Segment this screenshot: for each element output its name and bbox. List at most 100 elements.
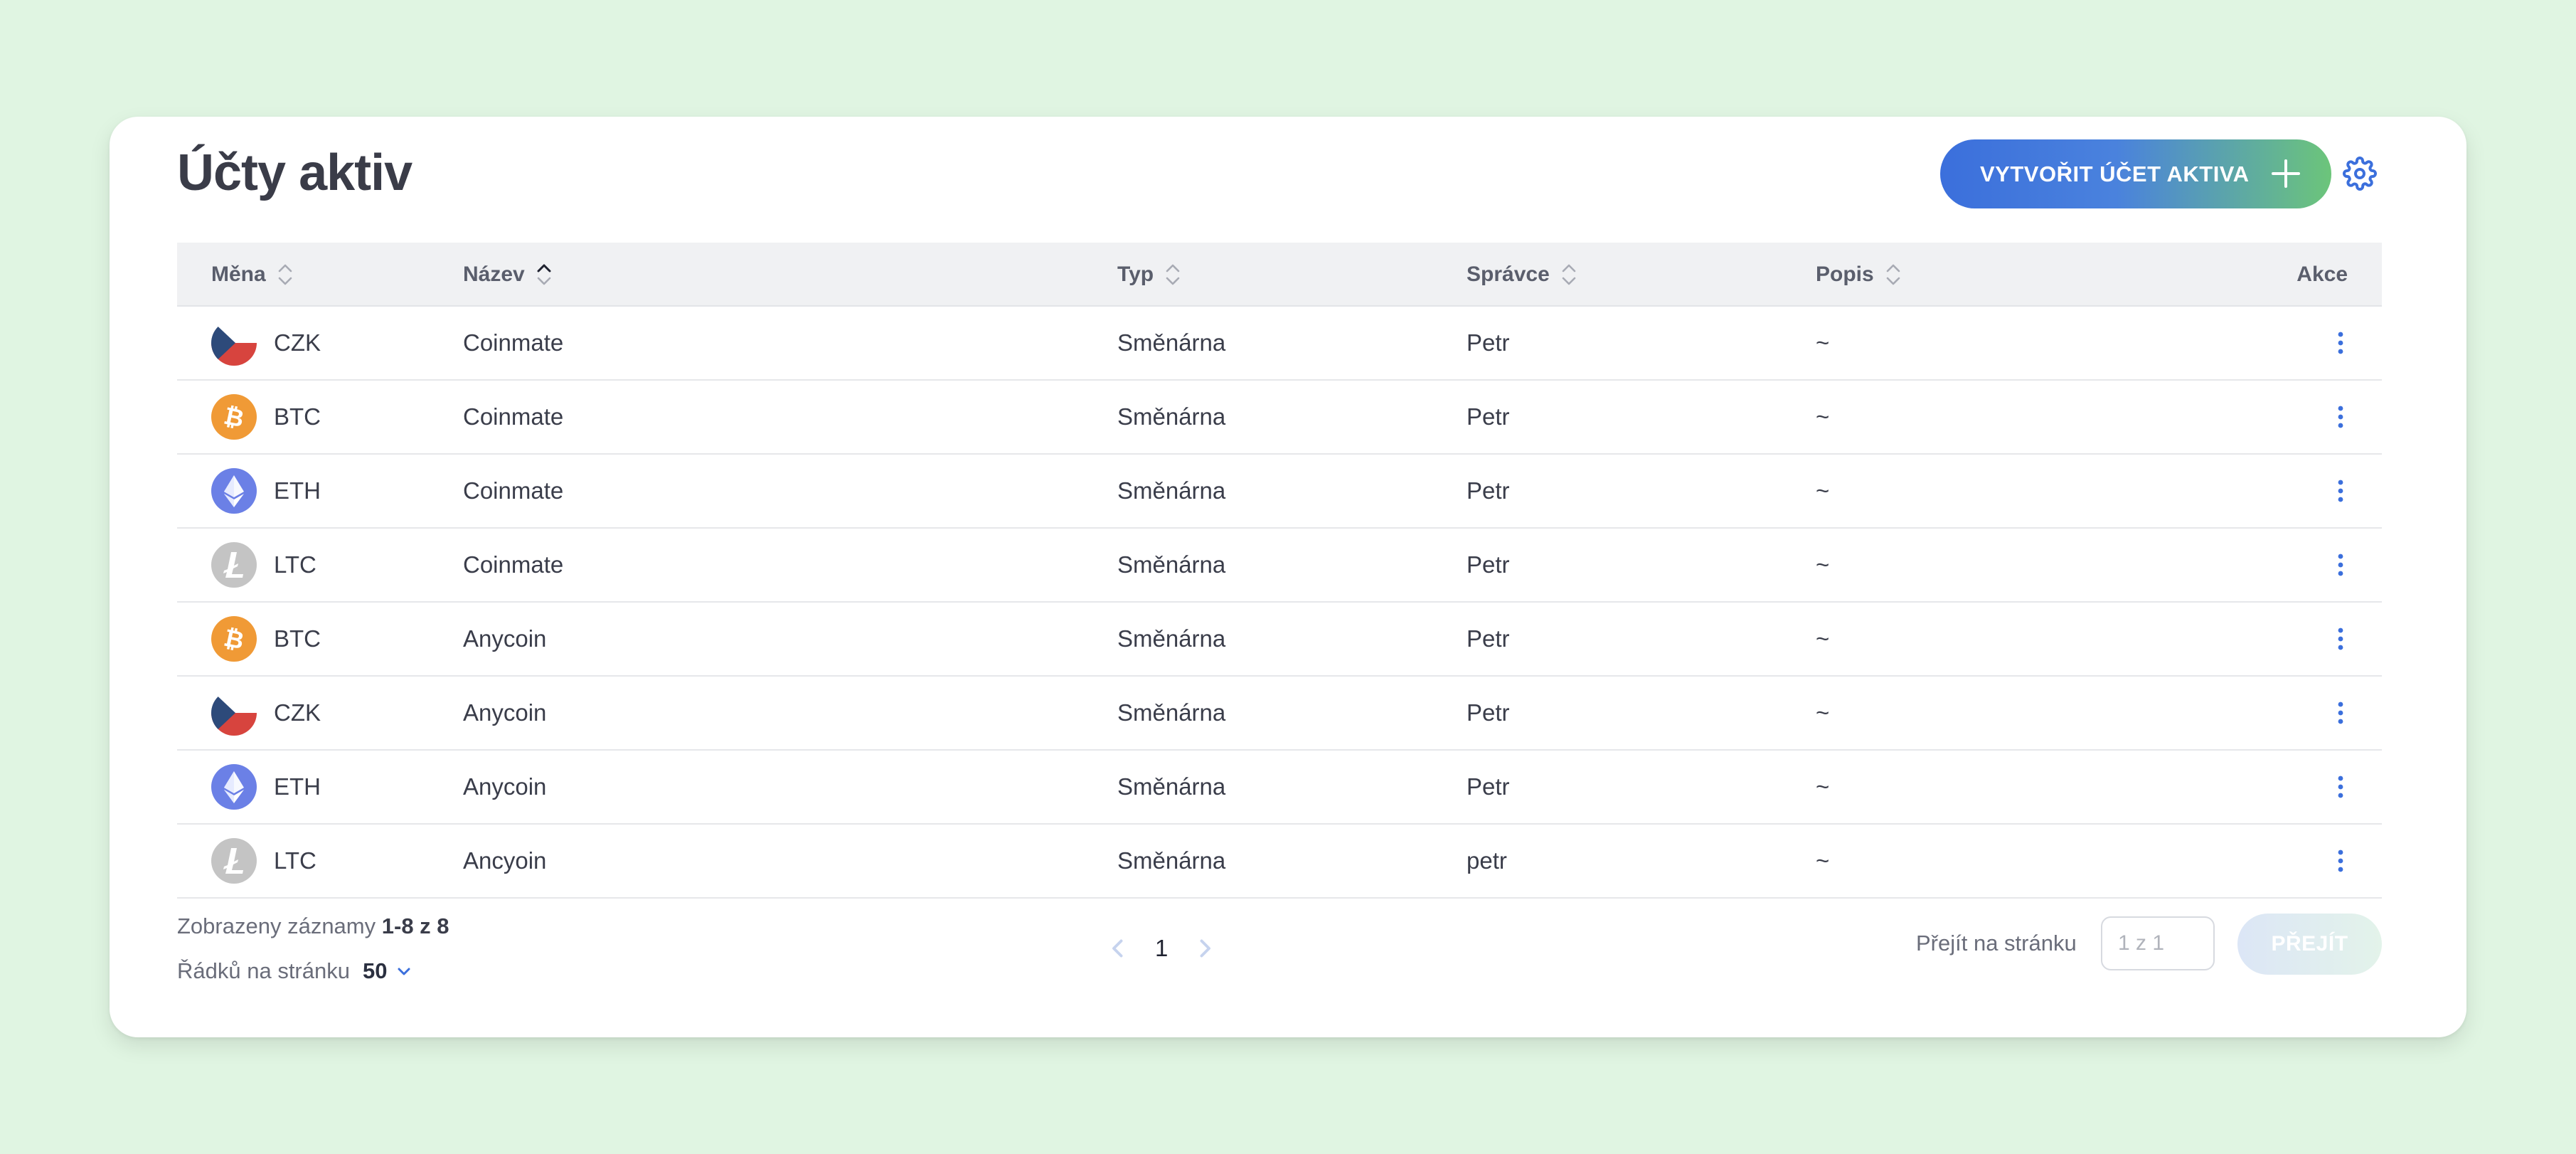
name-cell: Anycoin xyxy=(463,625,547,652)
sort-ascending-icon xyxy=(537,264,551,285)
currency-code: CZK xyxy=(274,699,321,726)
rows-per-page-select[interactable]: 50 xyxy=(363,958,413,984)
manager-cell: petr xyxy=(1467,847,1507,874)
type-cell: Směnárna xyxy=(1117,477,1226,504)
description-cell: ~ xyxy=(1816,551,1830,578)
prev-page-icon[interactable] xyxy=(1105,936,1131,961)
row-actions-menu-icon[interactable] xyxy=(2336,455,2345,527)
row-actions-menu-icon[interactable] xyxy=(2336,307,2345,379)
currency-code: LTC xyxy=(274,551,316,578)
column-header-manager[interactable]: Správce xyxy=(1467,243,1578,307)
table-header: Měna Název Typ Správce Popis Akce xyxy=(177,243,2382,307)
settings-gear-icon[interactable] xyxy=(2343,157,2377,191)
type-cell: Směnárna xyxy=(1117,847,1226,874)
asset-accounts-card: Účty aktiv VYTVOŘIT ÚČET AKTIVA Měna Náz… xyxy=(110,117,2466,1037)
table-row[interactable]: ₿ BTC Anycoin Směnárna Petr ~ xyxy=(177,603,2382,677)
type-cell: Směnárna xyxy=(1117,329,1226,356)
table-row[interactable]: LTC Coinmate Směnárna Petr ~ xyxy=(177,529,2382,603)
goto-page-input[interactable] xyxy=(2101,916,2215,970)
description-cell: ~ xyxy=(1816,773,1830,800)
table-row[interactable]: CZK Coinmate Směnárna Petr ~ xyxy=(177,307,2382,381)
manager-cell: Petr xyxy=(1467,773,1510,800)
sort-icon xyxy=(1166,264,1180,285)
type-cell: Směnárna xyxy=(1117,773,1226,800)
sort-icon xyxy=(1886,264,1900,285)
goto-page-button[interactable]: PŘEJÍT xyxy=(2237,914,2382,975)
description-cell: ~ xyxy=(1816,403,1830,430)
currency-cell: CZK xyxy=(211,677,321,749)
goto-page-label: Přejít na stránku xyxy=(1916,931,2077,956)
currency-code: ETH xyxy=(274,477,321,504)
pagination: 1 xyxy=(1105,935,1218,962)
description-cell: ~ xyxy=(1816,625,1830,652)
currency-cell: ETH xyxy=(211,751,321,823)
plus-icon xyxy=(2272,159,2300,188)
bitcoin-icon: ₿ xyxy=(211,616,257,662)
column-header-label: Typ xyxy=(1117,263,1154,286)
table-row[interactable]: ₿ BTC Coinmate Směnárna Petr ~ xyxy=(177,381,2382,455)
description-cell: ~ xyxy=(1816,329,1830,356)
records-prefix: Zobrazeny záznamy xyxy=(177,914,376,938)
records-info: Zobrazeny záznamy 1-8 z 8 xyxy=(177,914,449,939)
column-header-name[interactable]: Název xyxy=(463,243,553,307)
name-cell: Coinmate xyxy=(463,403,564,430)
type-cell: Směnárna xyxy=(1117,699,1226,726)
column-header-actions: Akce xyxy=(2296,243,2348,307)
rows-per-page-value: 50 xyxy=(362,958,388,983)
currency-cell: LTC xyxy=(211,529,316,601)
sort-icon xyxy=(278,264,292,285)
manager-cell: Petr xyxy=(1467,625,1510,652)
row-actions-menu-icon[interactable] xyxy=(2336,603,2345,675)
row-actions-menu-icon[interactable] xyxy=(2336,381,2345,453)
type-cell: Směnárna xyxy=(1117,403,1226,430)
currency-code: LTC xyxy=(274,847,316,874)
rows-per-page-label: Řádků na stránku xyxy=(177,958,350,983)
bitcoin-icon: ₿ xyxy=(211,394,257,440)
column-header-label: Popis xyxy=(1816,263,1874,286)
name-cell: Coinmate xyxy=(463,551,564,578)
row-actions-menu-icon[interactable] xyxy=(2336,751,2345,823)
rows-per-page: Řádků na stránku 50 xyxy=(177,958,413,984)
asset-accounts-table: Měna Název Typ Správce Popis Akce CZK Co… xyxy=(177,243,2382,899)
table-row[interactable]: LTC Ancyoin Směnárna petr ~ xyxy=(177,825,2382,899)
page-title: Účty aktiv xyxy=(177,144,413,201)
column-header-type[interactable]: Typ xyxy=(1117,243,1182,307)
manager-cell: Petr xyxy=(1467,551,1510,578)
table-row[interactable]: ETH Coinmate Směnárna Petr ~ xyxy=(177,455,2382,529)
next-page-icon[interactable] xyxy=(1192,936,1218,961)
column-header-description[interactable]: Popis xyxy=(1816,243,1902,307)
create-asset-account-button[interactable]: VYTVOŘIT ÚČET AKTIVA xyxy=(1940,139,2331,208)
row-actions-menu-icon[interactable] xyxy=(2336,677,2345,749)
manager-cell: Petr xyxy=(1467,699,1510,726)
records-range: 1-8 z 8 xyxy=(381,914,449,938)
column-header-currency[interactable]: Měna xyxy=(211,243,294,307)
table-body: CZK Coinmate Směnárna Petr ~ ₿ BTC Coinmate Směn… xyxy=(177,307,2382,899)
manager-cell: Petr xyxy=(1467,477,1510,504)
table-row[interactable]: ETH Anycoin Směnárna Petr ~ xyxy=(177,751,2382,825)
currency-code: BTC xyxy=(274,403,321,430)
currency-code: CZK xyxy=(274,329,321,356)
litecoin-icon xyxy=(211,838,257,884)
currency-code: ETH xyxy=(274,773,321,800)
type-cell: Směnárna xyxy=(1117,551,1226,578)
name-cell: Coinmate xyxy=(463,329,564,356)
description-cell: ~ xyxy=(1816,477,1830,504)
column-header-label: Název xyxy=(463,263,525,286)
currency-cell: LTC xyxy=(211,825,316,897)
czk-flag-icon xyxy=(211,690,257,736)
currency-cell: CZK xyxy=(211,307,321,379)
name-cell: Ancyoin xyxy=(463,847,547,874)
name-cell: Anycoin xyxy=(463,699,547,726)
table-row[interactable]: CZK Anycoin Směnárna Petr ~ xyxy=(177,677,2382,751)
row-actions-menu-icon[interactable] xyxy=(2336,529,2345,601)
name-cell: Coinmate xyxy=(463,477,564,504)
currency-code: BTC xyxy=(274,625,321,652)
row-actions-menu-icon[interactable] xyxy=(2336,825,2345,897)
description-cell: ~ xyxy=(1816,847,1830,874)
column-header-label: Správce xyxy=(1467,263,1550,286)
name-cell: Anycoin xyxy=(463,773,547,800)
current-page[interactable]: 1 xyxy=(1155,935,1168,962)
create-button-label: VYTVOŘIT ÚČET AKTIVA xyxy=(1980,161,2250,186)
currency-cell: ₿ BTC xyxy=(211,603,321,675)
currency-cell: ₿ BTC xyxy=(211,381,321,453)
